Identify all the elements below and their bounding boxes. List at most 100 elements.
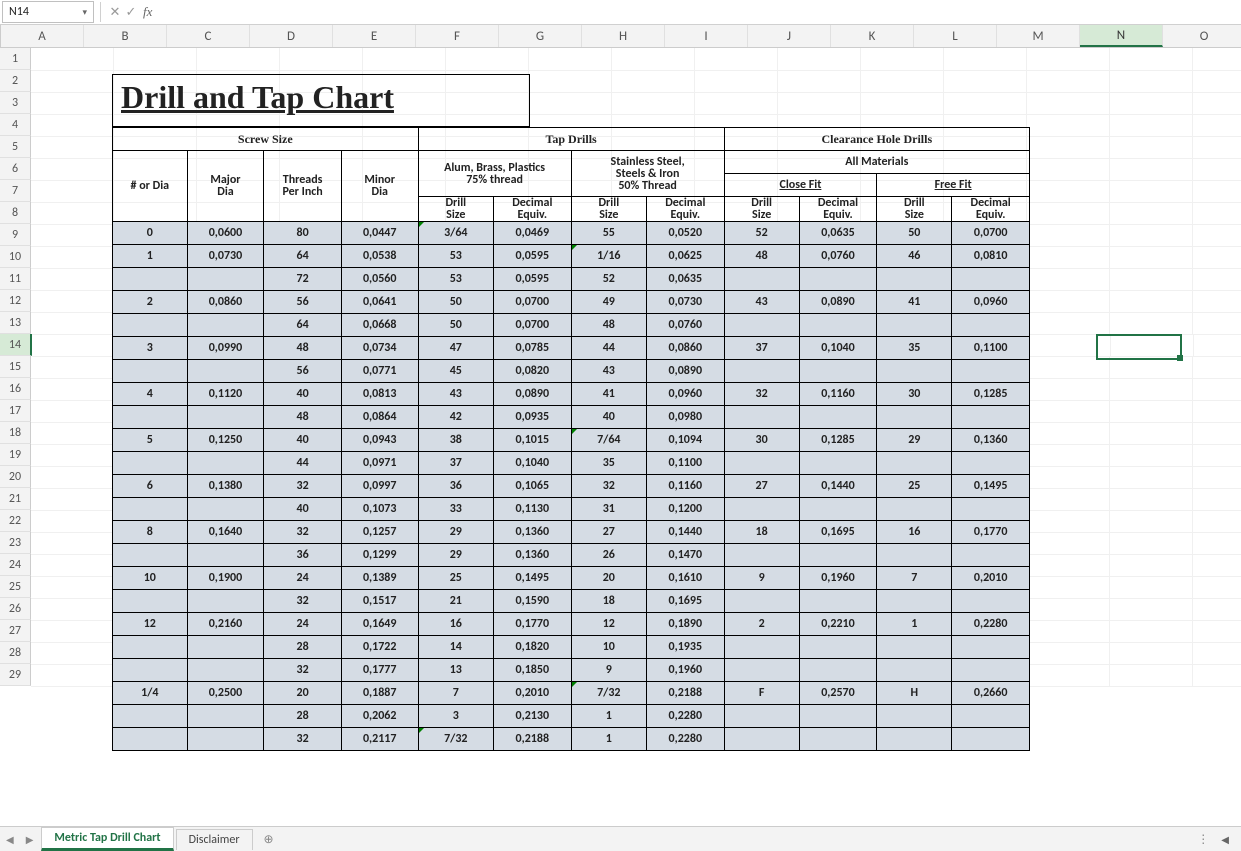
- cell[interactable]: 12: [113, 613, 188, 636]
- cell[interactable]: 0,0730: [647, 291, 725, 314]
- cell[interactable]: [799, 544, 877, 567]
- cell[interactable]: [877, 590, 952, 613]
- row-header-4[interactable]: 4: [0, 114, 31, 136]
- cell[interactable]: 3: [113, 337, 188, 360]
- cell[interactable]: [877, 452, 952, 475]
- row-header-26[interactable]: 26: [0, 598, 31, 620]
- cell[interactable]: [724, 636, 799, 659]
- cell[interactable]: 0,0469: [494, 222, 572, 245]
- cell[interactable]: 35: [571, 452, 646, 475]
- cell[interactable]: 44: [264, 452, 342, 475]
- cell[interactable]: 28: [264, 636, 342, 659]
- cell[interactable]: 0,1380: [187, 475, 264, 498]
- cell[interactable]: [113, 636, 188, 659]
- row-header-7[interactable]: 7: [0, 180, 31, 202]
- cell[interactable]: 0,0700: [494, 291, 572, 314]
- cell[interactable]: 0,1960: [647, 659, 725, 682]
- cell[interactable]: 0,1130: [494, 498, 572, 521]
- cell[interactable]: 25: [877, 475, 952, 498]
- column-header-G[interactable]: G: [499, 25, 582, 47]
- cell[interactable]: 42: [418, 406, 493, 429]
- cell[interactable]: 18: [724, 521, 799, 544]
- cell[interactable]: 3/64: [418, 222, 493, 245]
- cell[interactable]: 0,0635: [647, 268, 725, 291]
- cell[interactable]: 32: [264, 728, 342, 751]
- cell[interactable]: [952, 268, 1030, 291]
- cell[interactable]: 0,0520: [647, 222, 725, 245]
- cell[interactable]: 41: [571, 383, 646, 406]
- cell[interactable]: 14: [418, 636, 493, 659]
- cell[interactable]: [952, 544, 1030, 567]
- cell[interactable]: 0,2210: [799, 613, 877, 636]
- cell[interactable]: 6: [113, 475, 188, 498]
- cell[interactable]: 29: [418, 521, 493, 544]
- cell[interactable]: [187, 544, 264, 567]
- cell[interactable]: [799, 406, 877, 429]
- cell[interactable]: [877, 314, 952, 337]
- cell[interactable]: 0,2117: [341, 728, 418, 751]
- cell[interactable]: 32: [264, 659, 342, 682]
- cell[interactable]: 0,1065: [494, 475, 572, 498]
- cell[interactable]: 0,0810: [952, 245, 1030, 268]
- cell[interactable]: 0,0960: [952, 291, 1030, 314]
- row-header-3[interactable]: 3: [0, 92, 31, 114]
- cell[interactable]: [952, 636, 1030, 659]
- cell[interactable]: 27: [571, 521, 646, 544]
- cell[interactable]: 56: [264, 360, 342, 383]
- cell[interactable]: 24: [264, 567, 342, 590]
- cell[interactable]: [187, 590, 264, 613]
- cell[interactable]: 30: [724, 429, 799, 452]
- cell[interactable]: 55: [571, 222, 646, 245]
- cell[interactable]: 0,2500: [187, 682, 264, 705]
- cell[interactable]: [113, 406, 188, 429]
- cell[interactable]: 28: [264, 705, 342, 728]
- column-header-K[interactable]: K: [831, 25, 914, 47]
- cell[interactable]: [799, 659, 877, 682]
- cell[interactable]: 0,0730: [187, 245, 264, 268]
- cell[interactable]: [952, 659, 1030, 682]
- column-header-F[interactable]: F: [416, 25, 499, 47]
- cell[interactable]: 0,0635: [799, 222, 877, 245]
- cell[interactable]: 0,1285: [952, 383, 1030, 406]
- row-header-12[interactable]: 12: [0, 290, 31, 312]
- cell[interactable]: 10: [113, 567, 188, 590]
- cell[interactable]: 48: [724, 245, 799, 268]
- cell[interactable]: [724, 705, 799, 728]
- cell[interactable]: 7/32: [571, 682, 646, 705]
- cell[interactable]: 0,1040: [494, 452, 572, 475]
- row-header-10[interactable]: 10: [0, 246, 31, 268]
- cell[interactable]: 40: [264, 498, 342, 521]
- cell[interactable]: 0,1935: [647, 636, 725, 659]
- cell[interactable]: [799, 636, 877, 659]
- cell[interactable]: 0,0971: [341, 452, 418, 475]
- cell[interactable]: [724, 360, 799, 383]
- cell[interactable]: [799, 452, 877, 475]
- cell[interactable]: 0,1040: [799, 337, 877, 360]
- cell[interactable]: 9: [571, 659, 646, 682]
- cell[interactable]: 20: [264, 682, 342, 705]
- cell[interactable]: 45: [418, 360, 493, 383]
- cell[interactable]: [113, 728, 188, 751]
- row-header-18[interactable]: 18: [0, 422, 31, 444]
- cell[interactable]: 0,1960: [799, 567, 877, 590]
- cell[interactable]: F: [724, 682, 799, 705]
- cell[interactable]: 12: [571, 613, 646, 636]
- cell[interactable]: 0,1820: [494, 636, 572, 659]
- cell[interactable]: 72: [264, 268, 342, 291]
- cell[interactable]: 43: [571, 360, 646, 383]
- cell[interactable]: 0,0760: [647, 314, 725, 337]
- cell[interactable]: 0,0960: [647, 383, 725, 406]
- tab-nav-prev-icon[interactable]: ◀: [0, 833, 20, 846]
- cell[interactable]: 0,1722: [341, 636, 418, 659]
- cell[interactable]: [952, 406, 1030, 429]
- cell[interactable]: 44: [571, 337, 646, 360]
- cell[interactable]: 0,0943: [341, 429, 418, 452]
- cell[interactable]: 1/4: [113, 682, 188, 705]
- cell[interactable]: 0,0700: [494, 314, 572, 337]
- row-header-2[interactable]: 2: [0, 70, 31, 92]
- cell[interactable]: 37: [724, 337, 799, 360]
- row-header-25[interactable]: 25: [0, 576, 31, 598]
- column-header-M[interactable]: M: [997, 25, 1080, 47]
- cell[interactable]: 7/32: [418, 728, 493, 751]
- cell[interactable]: 0,0771: [341, 360, 418, 383]
